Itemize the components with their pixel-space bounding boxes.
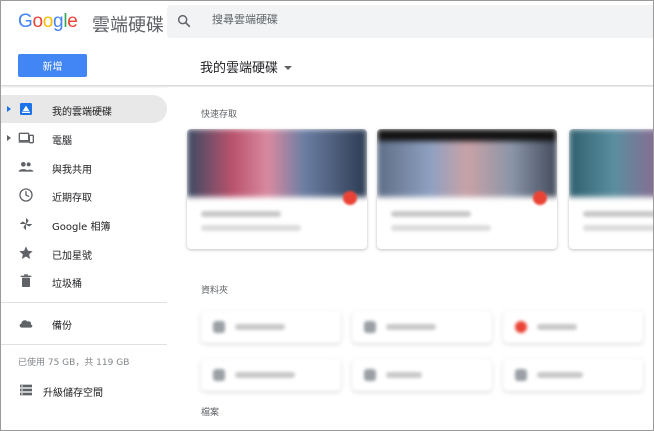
top-bar: Google 雲端硬碟 <box>1 1 653 41</box>
search-icon[interactable] <box>176 13 192 29</box>
upgrade-storage-button[interactable]: 升級儲存空間 <box>1 376 167 404</box>
folder-name-placeholder <box>386 372 422 378</box>
folder-icon <box>213 369 225 381</box>
quick-access-card[interactable] <box>187 129 367 249</box>
caret-down-icon <box>284 65 293 70</box>
drive-title-label: 我的雲端硬碟 <box>200 61 279 76</box>
logo-letter: g <box>53 11 64 32</box>
new-button[interactable]: 新增 <box>18 54 87 77</box>
folder-card[interactable] <box>352 359 492 391</box>
sidebar-item-google-photos[interactable]: Google 相簿 <box>1 210 167 238</box>
sidebar-item-label: 電腦 <box>52 136 72 147</box>
file-type-badge-icon <box>533 191 547 205</box>
search-input[interactable] <box>212 13 612 26</box>
folder-icon <box>364 321 376 333</box>
sidebar-item-label: 備份 <box>52 321 72 332</box>
file-type-badge-icon <box>343 191 357 205</box>
sidebar-item-label: 近期存取 <box>52 193 92 204</box>
sidebar-item-label: Google 相簿 <box>52 222 111 233</box>
file-thumbnail <box>569 129 653 197</box>
folder-card[interactable] <box>201 311 341 343</box>
folder-icon <box>364 369 376 381</box>
clock-icon <box>19 188 33 202</box>
people-icon <box>18 162 34 172</box>
folder-name-placeholder <box>235 324 285 330</box>
trash-icon <box>20 274 32 287</box>
sidebar-item-label: 與我共用 <box>52 165 92 176</box>
sidebar-item-computers[interactable]: 電腦 <box>1 124 167 152</box>
file-name-placeholder <box>201 211 281 217</box>
folders-heading: 資料夾 <box>201 286 229 296</box>
folder-icon <box>213 321 225 333</box>
drive-icon <box>20 103 32 115</box>
folder-name-placeholder <box>235 372 295 378</box>
folder-card[interactable] <box>503 359 643 391</box>
sidebar: 我的雲端硬碟 電腦 與我共用 近期存取 Google 相簿 已加星號 垃圾桶 備… <box>1 87 167 430</box>
files-heading: 檔案 <box>201 408 220 418</box>
expand-arrow-icon[interactable] <box>7 135 11 141</box>
cloud-icon <box>19 320 33 328</box>
search-box[interactable] <box>167 5 653 38</box>
folder-icon <box>515 369 527 381</box>
file-meta-placeholder <box>201 225 301 231</box>
sidebar-item-label: 已加星號 <box>52 251 92 262</box>
folder-card[interactable] <box>201 359 341 391</box>
logo-letter: G <box>18 11 33 32</box>
storage-stack-icon <box>20 384 32 396</box>
expand-arrow-icon[interactable] <box>7 106 11 112</box>
logo-letter: e <box>67 11 78 32</box>
sidebar-item-recent[interactable]: 近期存取 <box>1 181 167 209</box>
file-name-placeholder <box>583 211 653 217</box>
quick-access-card[interactable] <box>569 129 653 249</box>
sidebar-divider <box>1 344 167 345</box>
folder-icon <box>515 321 527 333</box>
photos-pinwheel-icon <box>20 218 32 230</box>
folder-name-placeholder <box>537 324 577 330</box>
google-logo[interactable]: Google <box>18 11 78 33</box>
folder-name-placeholder <box>537 372 583 378</box>
storage-usage-text: 已使用 75 GB，共 119 GB <box>18 358 130 368</box>
sidebar-item-label: 垃圾桶 <box>52 279 82 290</box>
sidebar-item-starred[interactable]: 已加星號 <box>1 239 167 267</box>
sidebar-item-shared-with-me[interactable]: 與我共用 <box>1 153 167 181</box>
product-name: 雲端硬碟 <box>92 15 164 36</box>
file-meta-placeholder <box>391 225 491 231</box>
sub-header: 新增 我的雲端硬碟 <box>1 41 653 86</box>
computer-icon <box>18 132 34 144</box>
drive-window: Google 雲端硬碟 新增 我的雲端硬碟 我的雲端硬碟 <box>0 0 654 431</box>
folder-card[interactable] <box>503 311 643 343</box>
upgrade-storage-label: 升級儲存空間 <box>43 388 103 399</box>
file-thumbnail <box>187 129 367 197</box>
drive-title-dropdown[interactable]: 我的雲端硬碟 <box>200 57 293 76</box>
file-meta-placeholder <box>583 225 653 231</box>
sidebar-item-backups[interactable]: 備份 <box>1 309 167 337</box>
sidebar-divider <box>1 302 167 303</box>
file-name-placeholder <box>391 211 471 217</box>
folder-card[interactable] <box>352 311 492 343</box>
quick-access-card[interactable] <box>377 129 557 249</box>
quick-access-heading: 快速存取 <box>201 110 238 120</box>
folder-name-placeholder <box>386 324 436 330</box>
logo-letter: o <box>42 11 54 32</box>
sidebar-item-trash[interactable]: 垃圾桶 <box>1 267 167 295</box>
sidebar-item-my-drive[interactable]: 我的雲端硬碟 <box>1 95 167 123</box>
file-thumbnail <box>377 129 557 197</box>
sidebar-item-label: 我的雲端硬碟 <box>52 107 112 118</box>
star-icon <box>19 246 33 259</box>
logo-letter: o <box>32 11 43 32</box>
main-content: 快速存取 資料夾 檔案 <box>167 87 653 430</box>
